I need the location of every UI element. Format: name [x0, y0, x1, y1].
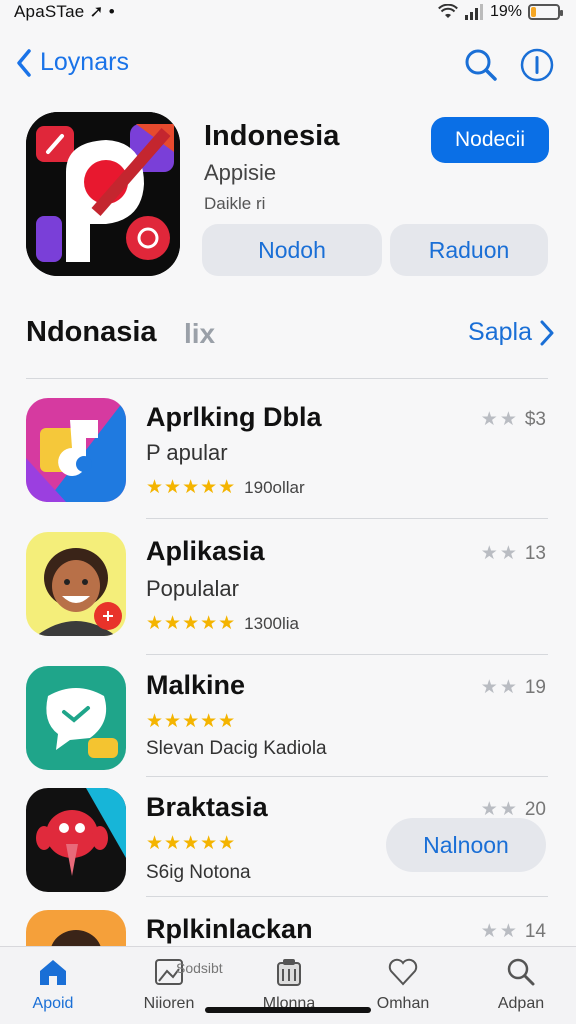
featured-app: Indonesia Appisie Daikle ri Nodecii Nodo…: [26, 112, 556, 280]
app-icon: [26, 788, 126, 892]
app-rating: ★★★★★: [146, 710, 236, 733]
tab-overlay-text: Sodsibt: [176, 960, 223, 976]
app-name: Aplikasia: [146, 536, 265, 566]
rating-count: 1300lia: [244, 613, 299, 633]
search-icon: [507, 958, 535, 986]
section-title: Ndonasia: [26, 316, 157, 348]
app-count: 20: [524, 798, 546, 820]
tab-label: Apoid: [32, 995, 74, 1012]
app-name: Aprlking Dbla: [146, 402, 322, 432]
list-item[interactable]: Braktasia ★★★★★ S6ig Notona ★★ 20 Nalnoo…: [26, 788, 548, 898]
signal-icon: [464, 4, 483, 20]
app-meta: ★★ 19: [481, 676, 546, 699]
featured-app-icon[interactable]: [26, 112, 180, 276]
battery-icon: [528, 4, 563, 20]
stack-icon: [277, 959, 301, 986]
rating-stars: ★★★★★: [146, 613, 237, 634]
list-item[interactable]: Aprlking Dbla P apular ★★★★★ 190ollar ★★…: [26, 398, 548, 508]
app-icon: [26, 532, 126, 636]
open-button[interactable]: Nalnoon: [386, 818, 546, 872]
get-button[interactable]: Nodecii: [431, 117, 549, 163]
featured-app-title: Indonesia: [204, 120, 340, 152]
dot-icon: •: [108, 2, 115, 21]
app-category: P apular: [146, 440, 228, 465]
search-button[interactable]: [464, 48, 498, 87]
app-icon: [26, 666, 126, 770]
app-meta: ★★ $3: [481, 408, 546, 431]
app-logo-icon: [26, 112, 180, 276]
app-icon: [26, 910, 126, 946]
tab-apoid[interactable]: Apoid: [8, 955, 98, 1013]
divider: [146, 776, 548, 777]
tab-adpan[interactable]: Adpan: [476, 955, 566, 1013]
meta-stars-icon: ★★: [480, 677, 519, 698]
meta-stars-icon: ★★: [480, 543, 519, 564]
battery-level: [531, 7, 536, 17]
info-button[interactable]: [520, 48, 554, 87]
app-rating: ★★★★★ 190ollar: [146, 476, 305, 499]
app-developer: S6ig Notona: [146, 862, 251, 883]
tab-label: Adpan: [497, 995, 545, 1012]
character-icon: [26, 910, 126, 946]
see-all-link[interactable]: Sapla: [468, 318, 554, 347]
tab-mlonna[interactable]: Mlonna: [244, 955, 334, 1013]
rating-stars: ★★★★★: [146, 833, 237, 854]
featured-app-subtitle: Appisie: [204, 160, 277, 185]
app-name: Malkine: [146, 670, 246, 700]
see-all-label: Sapla: [468, 318, 532, 346]
meta-stars-icon: ★★: [480, 409, 519, 430]
section-badge: lix: [184, 318, 216, 349]
app-rating: ★★★★★: [146, 832, 236, 855]
divider: [146, 654, 548, 655]
bird-mascot-icon: [26, 788, 126, 892]
home-icon: [40, 960, 66, 985]
action-right-button[interactable]: Raduon: [390, 224, 548, 276]
tab-omhan[interactable]: Omhan: [358, 955, 448, 1013]
tab-label: Omhan: [376, 995, 430, 1012]
app-name: Braktasia: [146, 792, 268, 822]
navigation-bar: Loynars: [0, 44, 576, 90]
music-note-icon: [26, 398, 126, 502]
info-icon: [520, 48, 554, 82]
app-meta: ★★ 13: [481, 542, 546, 565]
app-count: 13: [524, 542, 546, 564]
meta-stars-icon: ★★: [480, 921, 519, 942]
divider: [26, 378, 548, 379]
rating-stars: ★★★★★: [146, 711, 237, 732]
list-item[interactable]: Malkine ★★★★★ Slevan Dacig Kadiola ★★ 19: [26, 666, 548, 776]
app-price: $3: [524, 408, 546, 430]
app-count: 19: [524, 676, 546, 698]
carrier-label: ApaSTae: [14, 2, 85, 21]
app-icon: [26, 398, 126, 502]
location-arrow-icon: ➚: [89, 2, 104, 21]
app-rating: ★★★★★ 1300lia: [146, 612, 299, 635]
divider: [146, 896, 548, 897]
app-meta: ★★ 14: [481, 920, 546, 943]
chevron-left-icon: [17, 48, 31, 77]
featured-app-detail: Daikle ri: [204, 194, 266, 213]
divider: [146, 518, 548, 519]
battery-percent: 19%: [489, 3, 522, 20]
action-left-button[interactable]: Nodoh: [202, 224, 382, 276]
back-label: Loynars: [40, 48, 129, 76]
home-indicator[interactable]: [205, 1007, 371, 1013]
app-developer: Slevan Dacig Kadiola: [146, 738, 327, 759]
tab-label: Niioren: [143, 995, 195, 1012]
avatar-face-icon: [26, 532, 126, 636]
status-bar: ApaSTae ➚ • 19%: [0, 0, 576, 26]
chat-bubble-icon: [26, 666, 126, 770]
rating-stars: ★★★★★: [146, 477, 237, 498]
app-count: 14: [524, 920, 546, 942]
heart-icon: [388, 958, 418, 986]
rating-count: 190ollar: [244, 477, 305, 497]
list-item[interactable]: Rplkinlackan ★★ 14: [26, 910, 548, 946]
wifi-icon: [438, 4, 458, 18]
back-button[interactable]: Loynars: [16, 48, 129, 77]
chevron-right-icon: [540, 320, 554, 345]
app-name: Rplkinlackan: [146, 914, 313, 944]
search-icon: [465, 49, 497, 81]
list-item[interactable]: Aplikasia Populalar ★★★★★ 1300lia ★★ 13: [26, 532, 548, 642]
section-header: Ndonasia lix Sapla: [26, 312, 556, 356]
app-category: Populalar: [146, 576, 239, 601]
